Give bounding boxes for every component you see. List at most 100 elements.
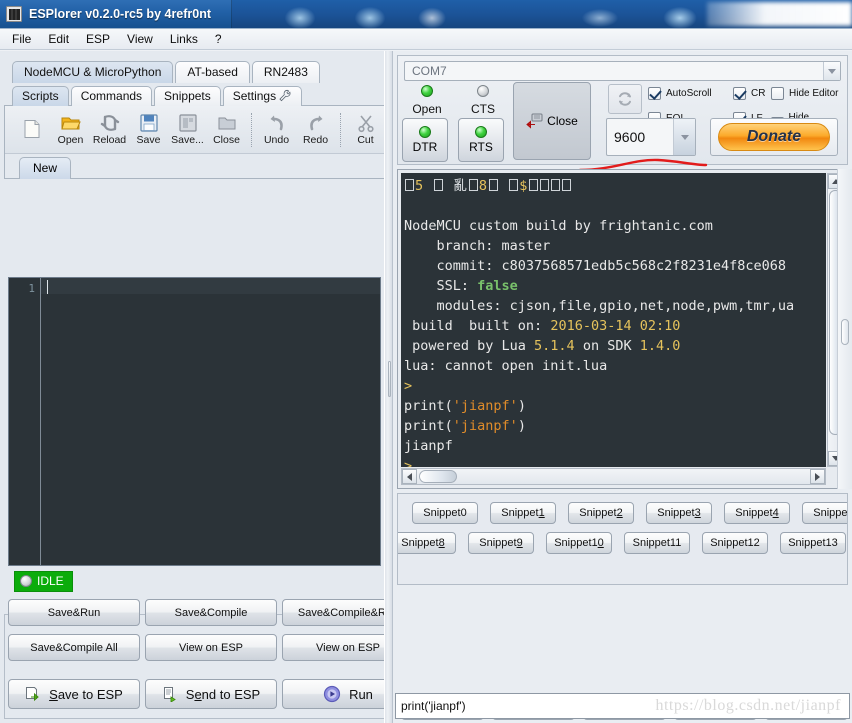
status-badge: IDLE [14,571,73,592]
snippet-button-1[interactable]: Snippet 1 [490,502,556,524]
file-tab-new[interactable]: New [19,157,72,179]
toolbar-cut[interactable]: Cut [347,108,384,152]
toolbar-reload[interactable]: Reload [91,108,128,152]
terminal-horizontal-scrollbar[interactable] [401,468,826,485]
command-input-bar[interactable]: print('jianpf') https://blog.csdn.net/ji… [395,693,850,719]
save-to-esp-icon [26,687,39,702]
terminal-hscroll-thumb[interactable] [419,470,457,483]
toolbar-close[interactable]: Close [208,108,245,152]
editor-text-area[interactable] [41,278,380,565]
chevron-down-icon[interactable] [673,119,695,155]
save-and-compile-button[interactable]: Save&Compile [145,599,277,626]
snippet-button-11[interactable]: Snippet11 [624,532,690,554]
scripts-panel: Open Reload Save Save... Close Undo Redo… [4,105,385,179]
checkbox-box[interactable] [733,87,746,100]
snippet-button-0[interactable]: Snippet0 [412,502,478,524]
title-bar: ESPlorer v0.2.0-rc5 by 4refr0nt [0,0,232,28]
save-and-run-button[interactable]: Save&Run [8,599,140,626]
scroll-left-button[interactable] [402,469,417,484]
terminal-output[interactable]: 5 亂8 $ NodeMCU custom build by frightani… [401,173,826,467]
menu-item-esp[interactable]: ESP [84,31,112,47]
terminal-line-echo-2: print('jianpf') [404,418,526,434]
tab-snippets[interactable]: Snippets [154,86,221,106]
save-as-icon [178,114,197,132]
terminal-line-prompt-1: > [404,378,413,394]
send-to-esp-button[interactable]: Send to ESP [145,679,277,709]
terminal-line-built-on: build built on: 2016-03-14 02:10 [404,318,681,334]
toolbar-redo[interactable]: Redo [297,108,334,152]
menu-item-help[interactable]: ? [213,31,224,47]
rts-label: RTS [469,140,493,154]
snippet-button-4[interactable]: Snippet 4 [724,502,790,524]
right-panel-scrollbar[interactable] [837,169,852,489]
toolbar-open-label: Open [57,134,84,146]
snippet-button-12[interactable]: Snippet12 [702,532,768,554]
new-file-icon [24,120,39,138]
cr-label: CR [751,88,766,99]
rts-toggle-button[interactable]: RTS [458,118,504,162]
checkbox-box[interactable] [771,87,784,100]
terminal-line-error: lua: cannot open init.lua [404,358,608,374]
toolbar-open[interactable]: Open [52,108,89,152]
scroll-right-button[interactable] [810,469,825,484]
donate-button[interactable]: Donate [718,123,830,151]
dtr-toggle-button[interactable]: DTR [402,118,448,162]
tab-rn2483[interactable]: RN2483 [251,61,320,83]
autoscroll-checkbox[interactable]: AutoScroll [648,87,712,100]
right-panel-scroll-thumb[interactable] [841,319,849,345]
serial-port-select[interactable]: COM7 [404,61,841,81]
dtr-label: DTR [412,140,438,154]
code-editor[interactable]: 1 [8,277,381,566]
snippets-row-2: Snippet 8 Snippet 9 Snippet1 0 Snippet11 Sn… [398,532,847,554]
save-and-compile-all-button[interactable]: Save&Compile All [8,634,140,661]
snippet-button-9[interactable]: Snippet 9 [468,532,534,554]
donate-container: Donate [710,118,838,156]
send-to-esp-label: Send to ESP [185,686,261,702]
green-led-icon [419,126,431,138]
snippet-button-5[interactable]: Snippet5 [802,502,847,524]
terminal-line-ssl: SSL: false [404,278,518,294]
close-connection-button[interactable]: Close [513,82,591,160]
toolbar-new[interactable] [13,108,50,152]
grey-led-icon [20,575,32,587]
send-to-esp-icon [163,687,176,702]
snippet-button-8[interactable]: Snippet 8 [398,532,456,554]
redo-arrow-icon [309,115,322,131]
command-input-value: print('jianpf') [401,699,466,713]
tab-commands[interactable]: Commands [70,86,153,106]
view-on-esp-button-1[interactable]: View on ESP [145,634,277,661]
toolbar-undo[interactable]: Undo [258,108,295,152]
tab-at-based[interactable]: AT-based [175,61,250,83]
cr-checkbox[interactable]: CR [733,87,765,100]
split-divider[interactable] [384,51,393,723]
toolbar-separator-1 [251,112,252,147]
toolbar-save[interactable]: Save [130,108,167,152]
baud-rate-select[interactable]: 9600 [606,118,696,156]
refresh-ports-button[interactable] [608,84,642,114]
snippet-button-3[interactable]: Snippet 3 [646,502,712,524]
snippet-button-13[interactable]: Snippet13 [780,532,846,554]
tab-nodemcu-micropython[interactable]: NodeMCU & MicroPython [12,61,174,83]
chevron-down-icon[interactable] [823,62,840,80]
split-divider-grip[interactable] [388,361,391,397]
toolbar-redo-label: Redo [302,134,329,146]
green-led-icon [475,126,487,138]
tab-settings[interactable]: Settings [222,86,303,106]
snippet-button-2[interactable]: Snippet 2 [568,502,634,524]
wrench-icon [279,89,291,102]
menu-item-edit[interactable]: Edit [46,31,71,47]
hide-editor-checkbox[interactable]: Hide Editor [771,87,838,100]
menu-item-view[interactable]: View [125,31,155,47]
checkbox-box[interactable] [648,87,661,100]
editor-section-tabs: Scripts Commands Snippets Settings [0,81,389,106]
save-to-esp-button[interactable]: Save to ESP [8,679,140,709]
chip-icon [6,6,22,22]
menu-item-links[interactable]: Links [168,31,200,47]
toolbar-save-as[interactable]: Save... [169,108,206,152]
tab-scripts[interactable]: Scripts [12,86,69,106]
reload-icon [100,115,119,131]
menu-item-file[interactable]: File [10,31,33,47]
script-action-grid: Save&Run Save&Compile Save&Compile&Run S… [8,599,414,661]
toolbar-close-label: Close [213,134,240,146]
snippet-button-10[interactable]: Snippet1 0 [546,532,612,554]
